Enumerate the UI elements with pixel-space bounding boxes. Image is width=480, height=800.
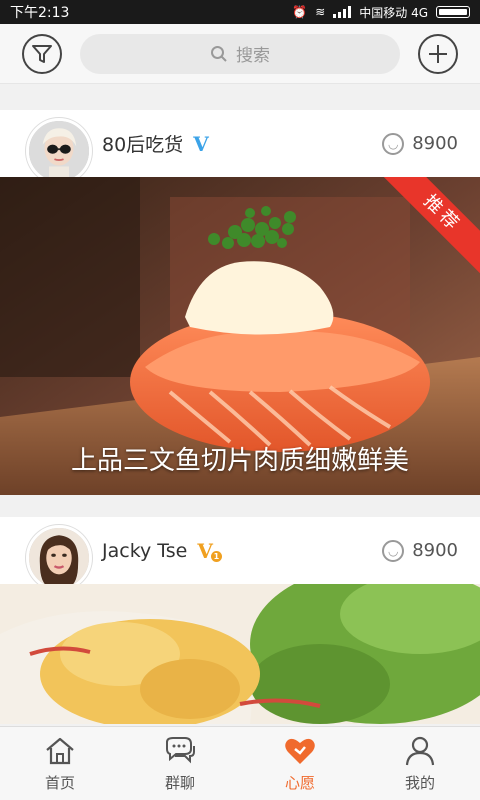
nav-label: 心愿 bbox=[284, 774, 315, 792]
home-icon bbox=[46, 737, 74, 765]
add-button[interactable] bbox=[418, 33, 458, 74]
filter-icon bbox=[32, 44, 52, 63]
user-info[interactable]: 80后吃货 V bbox=[26, 104, 209, 184]
nav-label: 我的 bbox=[404, 774, 435, 792]
plus-icon bbox=[429, 44, 447, 63]
battery-icon bbox=[436, 6, 470, 18]
wifi-icon: ≋ bbox=[315, 5, 326, 19]
card-header: Jacky Tse V1 ◡ 8900 bbox=[0, 517, 480, 591]
verified-badge-icon: V bbox=[193, 131, 209, 156]
like-count: 8900 bbox=[412, 540, 458, 561]
search-input[interactable]: 搜索 bbox=[80, 33, 400, 74]
like-counter[interactable]: ◡ 8900 bbox=[382, 132, 458, 155]
top-bar: 搜索 bbox=[0, 24, 480, 84]
status-bar: 下午2:13 ⏰ ≋ 中国移动 4G bbox=[0, 0, 480, 24]
avatar[interactable] bbox=[26, 524, 92, 591]
filter-button[interactable] bbox=[22, 33, 62, 74]
feed-list: 80后吃货 V ◡ 8900 推荐 上品三文鱼切片肉质细嫩鲜美 Jacky Ts… bbox=[0, 110, 480, 724]
post-image[interactable]: 推荐 上品三文鱼切片肉质细嫩鲜美 bbox=[0, 177, 480, 495]
search-placeholder: 搜索 bbox=[236, 46, 270, 66]
status-indicators: ⏰ ≋ 中国移动 4G bbox=[292, 4, 470, 21]
nav-home[interactable]: 首页 bbox=[0, 727, 120, 800]
username: 80后吃货 bbox=[102, 134, 184, 156]
search-icon bbox=[211, 45, 227, 62]
carrier-label: 中国移动 4G bbox=[359, 5, 428, 20]
avatar[interactable] bbox=[26, 117, 92, 184]
like-count: 8900 bbox=[412, 133, 458, 154]
smile-icon: ◡ bbox=[382, 539, 405, 562]
user-icon bbox=[405, 736, 435, 766]
username: Jacky Tse bbox=[102, 539, 188, 562]
badge-level: 1 bbox=[210, 550, 222, 562]
feed-card[interactable]: 80后吃货 V ◡ 8900 推荐 上品三文鱼切片肉质细嫩鲜美 bbox=[0, 110, 480, 495]
chat-icon bbox=[166, 737, 195, 764]
like-counter[interactable]: ◡ 8900 bbox=[382, 539, 458, 562]
nav-wish[interactable]: 心愿 bbox=[240, 727, 360, 800]
post-caption: 上品三文鱼切片肉质细嫩鲜美 bbox=[70, 446, 409, 476]
smile-icon: ◡ bbox=[382, 132, 405, 155]
nav-label: 群聊 bbox=[164, 774, 195, 792]
nav-label: 首页 bbox=[44, 774, 75, 792]
status-time: 下午2:13 bbox=[10, 5, 70, 21]
feed-card[interactable]: Jacky Tse V1 ◡ 8900 bbox=[0, 517, 480, 724]
post-image[interactable] bbox=[0, 584, 480, 724]
user-info[interactable]: Jacky Tse V1 bbox=[26, 511, 222, 591]
alarm-icon: ⏰ bbox=[292, 5, 308, 19]
nav-mine[interactable]: 我的 bbox=[360, 727, 480, 800]
nav-chat[interactable]: 群聊 bbox=[120, 727, 240, 800]
heart-icon bbox=[285, 738, 315, 764]
signal-icon bbox=[333, 6, 352, 18]
card-header: 80后吃货 V ◡ 8900 bbox=[0, 110, 480, 184]
verified-badge-icon: V1 bbox=[197, 539, 222, 563]
bottom-nav: 首页 群聊 心愿 我的 bbox=[0, 726, 480, 800]
